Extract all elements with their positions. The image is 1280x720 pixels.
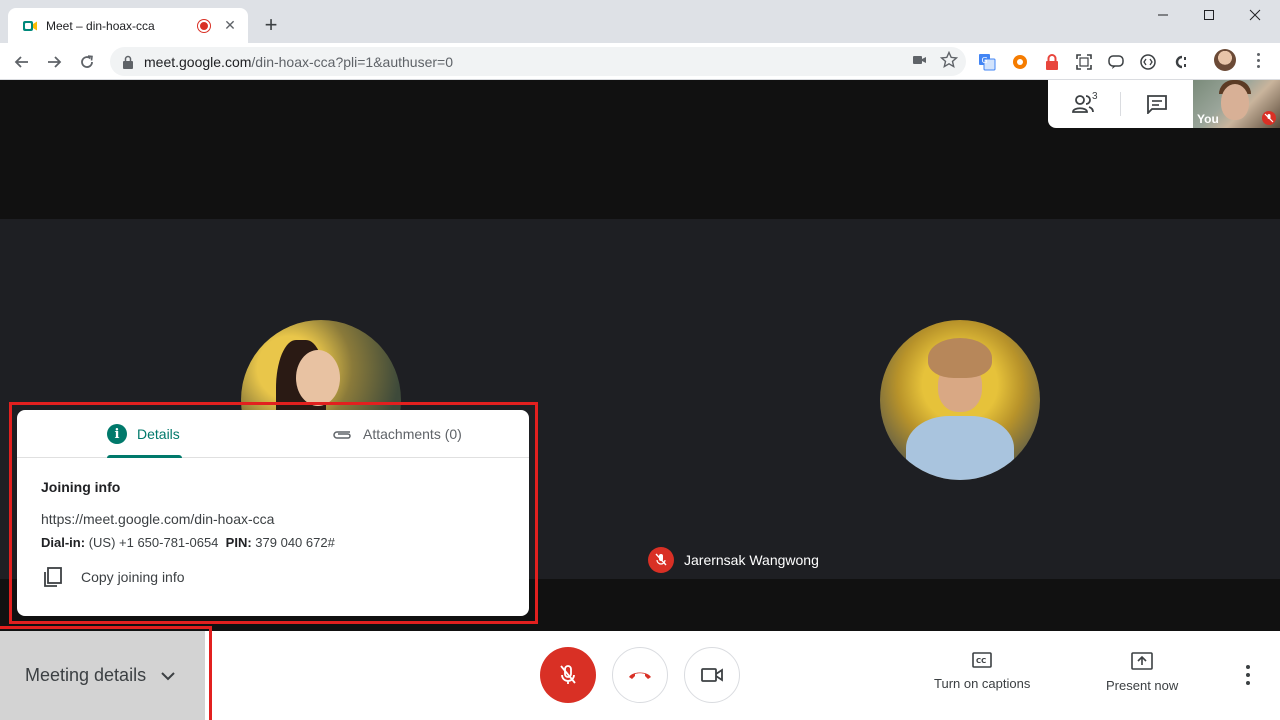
self-label: You: [1197, 112, 1219, 126]
minimize-button[interactable]: [1140, 0, 1186, 30]
custom-extension-icon[interactable]: [1170, 52, 1190, 72]
lifebuoy-icon: [1013, 55, 1027, 69]
mic-off-icon: [648, 547, 674, 573]
browser-tab-title: Meet – din-hoax-cca: [46, 18, 155, 33]
participant-name: Jarernsak Wangwong: [684, 552, 819, 568]
url-path: /din-hoax-cca?pli=1&authuser=0: [251, 53, 453, 70]
maximize-icon: [1204, 10, 1214, 20]
browser-toolbar: meet.google.com/din-hoax-cca?pli=1&authu…: [0, 43, 1280, 80]
back-button[interactable]: [8, 48, 36, 76]
maximize-button[interactable]: [1186, 0, 1232, 30]
info-icon: i: [107, 424, 127, 444]
c-letter-icon: [1175, 55, 1186, 69]
present-now-label: Present now: [1106, 678, 1179, 693]
tab-close-icon[interactable]: ✕: [222, 17, 238, 34]
mic-off-icon: [560, 665, 576, 684]
minimize-icon: [1158, 14, 1168, 16]
chat-bubble-icon: [1108, 55, 1124, 69]
self-mic-off-icon: [1262, 111, 1276, 125]
arrow-left-icon: [14, 56, 28, 68]
forward-button[interactable]: [40, 48, 68, 76]
present-screen-icon: [1131, 652, 1153, 670]
star-bookmark-icon[interactable]: [940, 51, 958, 69]
browser-tab-meet[interactable]: Meet – din-hoax-cca ✕: [8, 8, 248, 43]
captions-button[interactable]: CC Turn on captions: [934, 652, 1030, 691]
highlight-box-meeting-details: [0, 626, 212, 720]
copy-joining-info-button[interactable]: Copy joining info: [41, 566, 185, 588]
meeting-details-popover: i Details Attachments (0) Joining info h…: [17, 410, 529, 616]
participant-1-face: [296, 350, 340, 406]
line-extension-icon[interactable]: [1106, 52, 1126, 72]
dial-in-info: Dial-in: (US) +1 650-781-0654 PIN: 379 0…: [41, 535, 335, 550]
copy-joining-info-label: Copy joining info: [81, 569, 185, 585]
meet-favicon-icon: [23, 20, 37, 31]
capture-frame-icon: [1076, 54, 1092, 70]
url-text: meet.google.com/din-hoax-cca?pli=1&authu…: [144, 54, 453, 70]
lock-icon: [123, 55, 133, 69]
leave-call-button[interactable]: [612, 647, 668, 703]
lock-extension-icon[interactable]: [1042, 52, 1062, 72]
tab-attachments[interactable]: Attachments (0): [331, 410, 462, 458]
tab-details-label: Details: [137, 426, 180, 442]
reload-icon: [81, 55, 93, 68]
reload-button[interactable]: [73, 48, 101, 76]
video-camera-icon: [701, 668, 723, 682]
chat-icon: [1147, 95, 1167, 114]
close-window-button[interactable]: [1232, 0, 1278, 30]
self-video-thumbnail[interactable]: You: [1193, 80, 1280, 128]
active-tab-indicator: [107, 455, 182, 458]
details-tabs: i Details Attachments (0): [17, 410, 529, 458]
participant-name-tag: Jarernsak Wangwong: [648, 547, 819, 573]
svg-text:G: G: [982, 56, 988, 65]
people-count: 3: [1092, 91, 1098, 102]
participant-2-shirt: [906, 416, 1014, 480]
pin-label: PIN:: [225, 535, 252, 550]
camera-permission-icon[interactable]: [912, 52, 928, 68]
browser-tabstrip: Meet – din-hoax-cca ✕ +: [0, 0, 1280, 43]
people-button[interactable]: 3: [1048, 80, 1120, 128]
captions-label: Turn on captions: [934, 676, 1031, 691]
translate-extension-icon[interactable]: G: [977, 52, 997, 72]
pin-value: 379 040 672#: [255, 535, 335, 550]
code-brackets-icon: [1140, 54, 1156, 70]
participant-avatar-2: [880, 320, 1040, 480]
tab-attachments-label: Attachments (0): [363, 426, 462, 442]
tab-details[interactable]: i Details: [107, 410, 180, 458]
browser-menu-button[interactable]: [1250, 49, 1266, 71]
svg-text:CC: CC: [976, 657, 986, 665]
url-host: meet.google.com: [144, 53, 252, 70]
self-face: [1221, 84, 1249, 120]
copy-icon: [44, 567, 62, 587]
participant-2-hat: [928, 338, 992, 378]
arrow-right-icon: [48, 56, 62, 68]
translate-icon: G: [979, 54, 996, 71]
more-options-button[interactable]: [1238, 662, 1258, 688]
camera-toggle-button[interactable]: [684, 647, 740, 703]
dial-in-label: Dial-in:: [41, 535, 86, 550]
microphone-toggle-button[interactable]: [540, 647, 596, 703]
close-icon: [1249, 9, 1261, 21]
chat-button[interactable]: [1121, 80, 1193, 128]
joining-info-title: Joining info: [41, 479, 121, 495]
closed-captions-icon: CC: [972, 652, 992, 668]
present-now-button[interactable]: Present now: [1106, 652, 1178, 693]
hang-up-icon: [629, 672, 651, 679]
screenshot-extension-icon[interactable]: [1074, 52, 1094, 72]
code-extension-icon[interactable]: [1138, 52, 1158, 72]
new-tab-button[interactable]: +: [258, 12, 284, 38]
paperclip-icon: [333, 431, 351, 439]
padlock-icon: [1046, 54, 1058, 70]
address-bar[interactable]: meet.google.com/din-hoax-cca?pli=1&authu…: [110, 47, 966, 76]
omnibox-actions: [912, 51, 958, 69]
lifebuoy-extension-icon[interactable]: [1010, 52, 1030, 72]
profile-avatar[interactable]: [1214, 49, 1236, 71]
recording-indicator-icon: [198, 19, 210, 32]
joining-url: https://meet.google.com/din-hoax-cca: [41, 511, 275, 527]
dial-in-number: (US) +1 650-781-0654: [88, 535, 219, 550]
